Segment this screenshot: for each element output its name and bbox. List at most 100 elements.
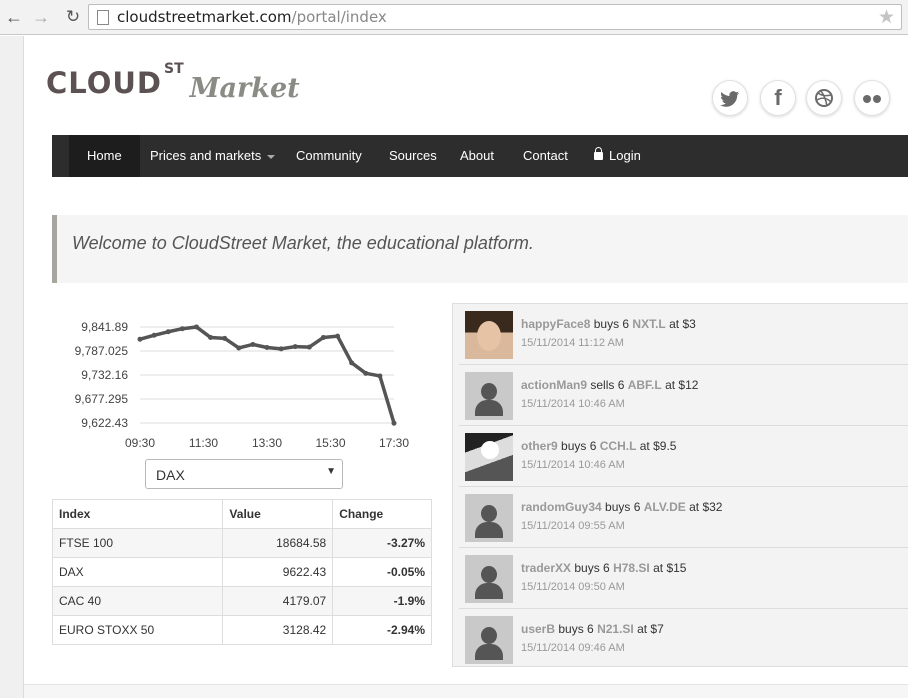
browser-toolbar: ← → ↻ cloudstreetmarket.com/portal/index… bbox=[0, 0, 908, 35]
bookmark-star-icon[interactable]: ★ bbox=[878, 6, 895, 29]
feed-ticker[interactable]: CCH.L bbox=[600, 439, 637, 453]
url-host: cloudstreetmarket.com bbox=[117, 8, 292, 26]
page-side-gutter bbox=[0, 36, 24, 698]
feed-action: buys 6 bbox=[593, 317, 630, 331]
table-row[interactable]: DAX 9622.43 -0.05% bbox=[51, 557, 432, 587]
table-header-index: Index bbox=[51, 499, 224, 529]
table-header-change: Change bbox=[332, 499, 432, 529]
feed-time: 15/11/2014 11:12 AM bbox=[521, 337, 624, 349]
nav-prices-label: Prices and markets bbox=[150, 148, 262, 163]
back-arrow-icon[interactable]: ← bbox=[3, 6, 25, 28]
chart-data-point bbox=[165, 329, 171, 335]
feed-user[interactable]: userB bbox=[521, 622, 555, 636]
welcome-text: Welcome to CloudStreet Market, the educa… bbox=[72, 233, 534, 253]
feed-item[interactable]: randomGuy34 buys 6 ALV.DE at $32 15/11/2… bbox=[459, 487, 908, 548]
welcome-banner: Welcome to CloudStreet Market, the educa… bbox=[52, 215, 908, 283]
table-row[interactable]: CAC 40 4179.07 -1.9% bbox=[51, 586, 432, 616]
feed-ticker[interactable]: ABF.L bbox=[628, 378, 662, 392]
feed-user[interactable]: actionMan9 bbox=[521, 378, 587, 392]
feed-ticker[interactable]: ALV.DE bbox=[644, 500, 686, 514]
avatar[interactable] bbox=[465, 494, 513, 542]
feed-user[interactable]: other9 bbox=[521, 439, 558, 453]
avatar[interactable] bbox=[465, 555, 513, 603]
nav-login-label: Login bbox=[609, 148, 641, 163]
chart-data-point bbox=[349, 360, 355, 366]
feed-price: at $12 bbox=[665, 378, 699, 392]
index-select-value: DAX bbox=[156, 467, 185, 483]
feed-ticker[interactable]: N21.SI bbox=[597, 622, 634, 636]
feed-price: at $32 bbox=[689, 500, 723, 514]
feed-ticker[interactable]: H78.SI bbox=[613, 561, 650, 575]
chart-data-point bbox=[222, 335, 228, 341]
chart-x-tick-label: 15:30 bbox=[315, 436, 345, 450]
chart-data-point bbox=[193, 324, 199, 330]
feed-text: actionMan9 sells 6 ABF.L at $12 bbox=[521, 378, 698, 392]
chart-data-point bbox=[320, 334, 326, 340]
nav-sources[interactable]: Sources bbox=[389, 135, 437, 177]
feed-action: sells 6 bbox=[590, 378, 625, 392]
table-cell-value: 9622.43 bbox=[222, 557, 334, 587]
twitter-icon[interactable] bbox=[712, 80, 748, 116]
table-cell-index: CAC 40 bbox=[51, 586, 224, 616]
feed-item[interactable]: happyFace8 buys 6 NXT.L at $3 15/11/2014… bbox=[459, 304, 908, 365]
table-row[interactable]: EURO STOXX 50 3128.42 -2.94% bbox=[51, 615, 432, 645]
forward-arrow-icon[interactable]: → bbox=[30, 6, 52, 28]
table-cell-change: -2.94% bbox=[332, 615, 432, 645]
avatar[interactable] bbox=[465, 433, 513, 481]
url-text[interactable]: cloudstreetmarket.com/portal/index bbox=[117, 8, 387, 26]
avatar[interactable] bbox=[465, 311, 513, 359]
address-bar[interactable]: cloudstreetmarket.com/portal/index ★ bbox=[88, 4, 902, 30]
dribbble-icon[interactable] bbox=[806, 80, 842, 116]
avatar[interactable] bbox=[465, 616, 513, 664]
feed-item[interactable]: traderXX buys 6 H78.SI at $15 15/11/2014… bbox=[459, 548, 908, 609]
chart-data-point bbox=[250, 341, 256, 347]
site-logo[interactable]: CLOUD ST Market bbox=[46, 61, 300, 104]
feed-user[interactable]: traderXX bbox=[521, 561, 571, 575]
chart-x-tick-label: 13:30 bbox=[252, 436, 282, 450]
feed-item[interactable]: actionMan9 sells 6 ABF.L at $12 15/11/20… bbox=[459, 365, 908, 426]
flickr-icon[interactable] bbox=[854, 80, 890, 116]
index-line-chart: 9,841.89 9,787.025 9,732.16 9,677.295 9,622.… bbox=[75, 320, 410, 450]
feed-time: 15/11/2014 10:46 AM bbox=[521, 398, 625, 410]
table-cell-change: -0.05% bbox=[332, 557, 432, 587]
avatar[interactable] bbox=[465, 372, 513, 420]
feed-user[interactable]: randomGuy34 bbox=[521, 500, 602, 514]
chart-data-point bbox=[292, 344, 298, 350]
table-row[interactable]: FTSE 100 18684.58 -3.27% bbox=[51, 528, 432, 558]
page-bottom-edge bbox=[24, 684, 908, 698]
facebook-icon[interactable]: f bbox=[760, 80, 796, 116]
index-select[interactable]: DAX ▼ bbox=[145, 459, 343, 489]
index-table: Index Value Change FTSE 100 18684.58 -3.… bbox=[51, 499, 432, 645]
nav-contact[interactable]: Contact bbox=[523, 135, 568, 177]
lock-icon bbox=[594, 147, 603, 160]
select-arrow-icon: ▼ bbox=[326, 466, 336, 477]
feed-item[interactable]: userB buys 6 N21.SI at $7 15/11/2014 09:… bbox=[459, 609, 908, 666]
feed-action: buys 6 bbox=[561, 439, 597, 453]
feed-action: buys 6 bbox=[574, 561, 610, 575]
feed-ticker[interactable]: NXT.L bbox=[632, 317, 665, 331]
feed-user[interactable]: happyFace8 bbox=[521, 317, 590, 331]
chart-data-point bbox=[363, 370, 369, 376]
logo-main: CLOUD bbox=[46, 66, 163, 100]
nav-community[interactable]: Community bbox=[296, 135, 362, 177]
nav-prices-and-markets[interactable]: Prices and markets bbox=[150, 135, 276, 177]
chart-data-point bbox=[151, 332, 157, 338]
feed-text: randomGuy34 buys 6 ALV.DE at $32 bbox=[521, 500, 722, 514]
chart-y-tick-label: 9,841.89 bbox=[81, 320, 128, 334]
nav-home[interactable]: Home bbox=[69, 135, 140, 177]
chart-y-tick-label: 9,732.16 bbox=[81, 368, 128, 382]
chart-y-tick-label: 9,787.025 bbox=[75, 344, 129, 358]
feed-price: at $9.5 bbox=[639, 439, 677, 453]
chart-data-point bbox=[179, 326, 185, 332]
activity-feed: happyFace8 buys 6 NXT.L at $3 15/11/2014… bbox=[452, 303, 908, 667]
chart-data-point bbox=[236, 345, 242, 351]
chart-data-point bbox=[377, 373, 383, 379]
feed-item[interactable]: other9 buys 6 CCH.L at $9.5 15/11/2014 1… bbox=[459, 426, 908, 487]
reload-icon[interactable]: ↻ bbox=[62, 6, 84, 28]
nav-login[interactable]: Login bbox=[594, 135, 641, 177]
table-cell-index: FTSE 100 bbox=[51, 528, 224, 558]
feed-price: at $3 bbox=[669, 317, 696, 331]
main-navbar: Home Prices and markets Community Source… bbox=[52, 135, 908, 177]
nav-about[interactable]: About bbox=[460, 135, 494, 177]
table-cell-index: EURO STOXX 50 bbox=[51, 615, 224, 645]
